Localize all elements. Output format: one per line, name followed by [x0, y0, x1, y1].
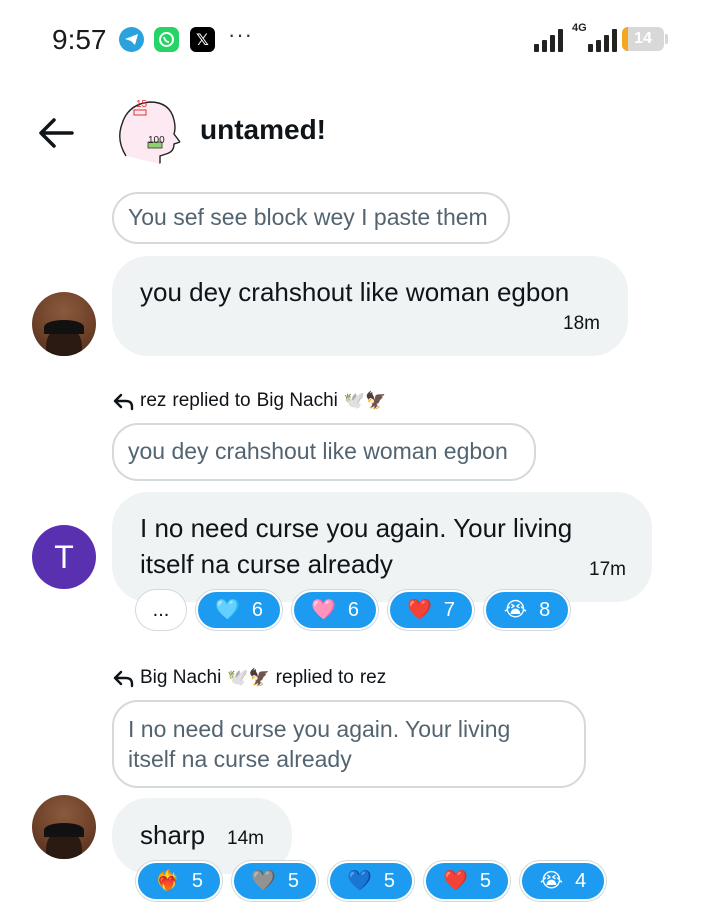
avatar-cap [44, 823, 84, 837]
reaction-count: 6 [347, 598, 360, 621]
reaction-crying-face[interactable]: 😭 8 [484, 590, 570, 630]
battery-icon: 14 [622, 27, 664, 51]
crying-face-icon: 😭 [539, 870, 564, 892]
signal-4g-label: 4G [572, 22, 587, 34]
status-time: 9:57 [52, 24, 107, 55]
telegram-icon [119, 27, 144, 52]
message-bubble[interactable]: you dey crahshout like woman egbon 18m [112, 256, 628, 356]
message-time: 17m [589, 559, 626, 580]
reply-mid: replied to [172, 390, 251, 411]
message-time: 14m [227, 828, 264, 849]
reaction-crying-face[interactable]: 😭 4 [520, 861, 606, 901]
sender-avatar[interactable] [32, 292, 96, 356]
reaction-count: 5 [479, 869, 492, 892]
sender-avatar[interactable] [32, 795, 96, 859]
more-notifications-icon: ··· [228, 22, 253, 47]
back-arrow-icon[interactable] [36, 112, 78, 154]
grey-heart-icon: 🩶 [250, 870, 276, 892]
message-bubble[interactable]: I no need curse you again. Your living i… [112, 492, 652, 602]
reply-context: Big Nachi 🕊️🦅 replied to rez [112, 667, 386, 689]
crying-face-icon: 😭 [503, 599, 528, 621]
reply-from: Big Nachi [140, 667, 222, 688]
avatar-letter: T [54, 538, 74, 575]
reply-to: Big Nachi [256, 390, 338, 411]
reply-mid: replied to [275, 667, 354, 688]
avatar-cap [44, 320, 84, 334]
reaction-count: 6 [251, 598, 264, 621]
whatsapp-icon [154, 27, 179, 52]
reaction-light-blue-heart[interactable]: 🩵 6 [196, 590, 282, 630]
reaction-bar: ❤️‍🔥 5 🩶 5 💙 5 ❤️ 5 😭 4 [136, 861, 606, 901]
reply-from: rez [140, 390, 167, 411]
reaction-red-heart[interactable]: ❤️ 5 [424, 861, 510, 901]
quoted-text-line-1: I no need curse you again. Your living [128, 716, 511, 742]
message-text-line-2: itself na curse already [140, 549, 393, 579]
quoted-message[interactable]: You sef see block wey I paste them [112, 192, 510, 244]
blue-heart-icon: 💙 [346, 870, 372, 892]
reaction-count: 7 [443, 598, 456, 621]
message-time: 18m [563, 313, 600, 334]
signal-4g-icon [588, 28, 617, 52]
reaction-pink-heart[interactable]: 🩷 6 [292, 590, 378, 630]
reply-to-emoji: 🕊️🦅 [343, 391, 387, 410]
conversation-title[interactable]: untamed! [200, 114, 326, 146]
reaction-bar: ... 🩵 6 🩷 6 ❤️ 7 😭 8 [136, 590, 570, 630]
reaction-count: 8 [539, 598, 551, 621]
message-text-line-1: I no need curse you again. Your living [140, 513, 573, 543]
status-bar: 9:57 𝕏 ··· 4G 14 [0, 0, 720, 80]
x-icon: 𝕏 [190, 27, 215, 52]
quoted-text-line-2: itself na curse already [128, 746, 352, 772]
quoted-text: you dey crahshout like woman egbon [128, 438, 508, 464]
quoted-message[interactable]: you dey crahshout like woman egbon [112, 423, 536, 481]
pink-heart-icon: 🩷 [310, 599, 336, 621]
light-blue-heart-icon: 🩵 [214, 599, 240, 621]
quoted-message[interactable]: I no need curse you again. Your living i… [112, 700, 586, 788]
reaction-heart-on-fire[interactable]: ❤️‍🔥 5 [136, 861, 222, 901]
heart-on-fire-icon: ❤️‍🔥 [154, 870, 180, 892]
sender-avatar[interactable]: T [32, 525, 96, 589]
signal-icon [534, 28, 563, 52]
reply-arrow-icon [113, 393, 134, 411]
reaction-blue-heart[interactable]: 💙 5 [328, 861, 414, 901]
reply-context: rez replied to Big Nachi 🕊️🦅 [112, 390, 386, 412]
reaction-red-heart[interactable]: ❤️ 7 [388, 590, 474, 630]
group-avatar[interactable]: 15 100 [112, 96, 182, 166]
reaction-grey-heart[interactable]: 🩶 5 [232, 861, 318, 901]
red-heart-icon: ❤️ [442, 870, 468, 892]
reaction-count: 5 [287, 869, 300, 892]
reaction-count: 5 [383, 869, 396, 892]
quoted-text: You sef see block wey I paste them [128, 204, 488, 230]
more-reactions-label: ... [152, 598, 170, 621]
message-text: sharp [140, 820, 206, 850]
reaction-count: 4 [575, 869, 587, 892]
red-heart-icon: ❤️ [406, 599, 432, 621]
message-text: you dey crahshout like woman egbon [140, 277, 570, 307]
avatar-badge-top: 15 [136, 99, 148, 110]
reply-arrow-icon [113, 670, 134, 688]
reply-to: rez [359, 667, 387, 688]
more-reactions-button[interactable]: ... [136, 590, 186, 630]
reaction-count: 5 [191, 869, 204, 892]
avatar-badge-bottom: 100 [148, 135, 165, 146]
reply-from-emoji: 🕊️🦅 [227, 668, 270, 687]
battery-tip [665, 34, 668, 44]
battery-level: 14 [634, 30, 652, 47]
